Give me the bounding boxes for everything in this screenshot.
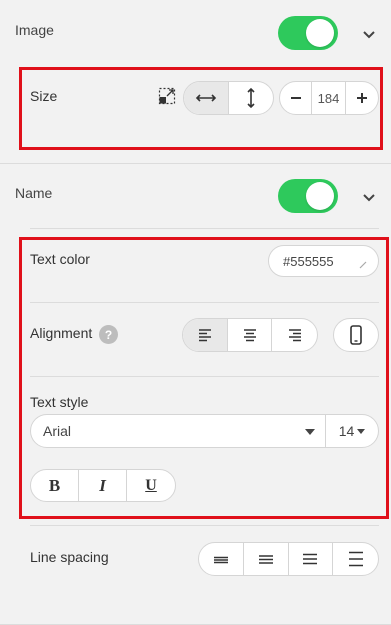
name-section-title: Name bbox=[15, 185, 53, 201]
line-spacing-3-button[interactable] bbox=[289, 543, 334, 575]
line-spacing-4-button[interactable] bbox=[333, 543, 378, 575]
divider bbox=[30, 228, 379, 229]
divider bbox=[30, 525, 379, 526]
line-spacing-tight-icon bbox=[213, 556, 228, 564]
image-section-title: Image bbox=[15, 22, 54, 38]
highlight-box-name-settings bbox=[19, 237, 389, 519]
image-toggle[interactable] bbox=[278, 16, 338, 50]
line-spacing-group bbox=[198, 542, 379, 576]
toggle-knob bbox=[306, 19, 334, 47]
line-spacing-loose-icon bbox=[303, 553, 318, 565]
name-toggle[interactable] bbox=[278, 179, 338, 213]
line-spacing-label: Line spacing bbox=[30, 549, 109, 565]
line-spacing-normal-icon bbox=[258, 555, 273, 564]
line-spacing-1-button[interactable] bbox=[199, 543, 244, 575]
line-spacing-wide-icon bbox=[348, 551, 363, 567]
section-divider bbox=[0, 163, 391, 164]
toggle-knob bbox=[306, 182, 334, 210]
highlight-box-size bbox=[19, 67, 383, 150]
chevron-down-icon[interactable] bbox=[361, 190, 377, 206]
chevron-down-icon[interactable] bbox=[361, 27, 377, 43]
line-spacing-2-button[interactable] bbox=[244, 543, 289, 575]
